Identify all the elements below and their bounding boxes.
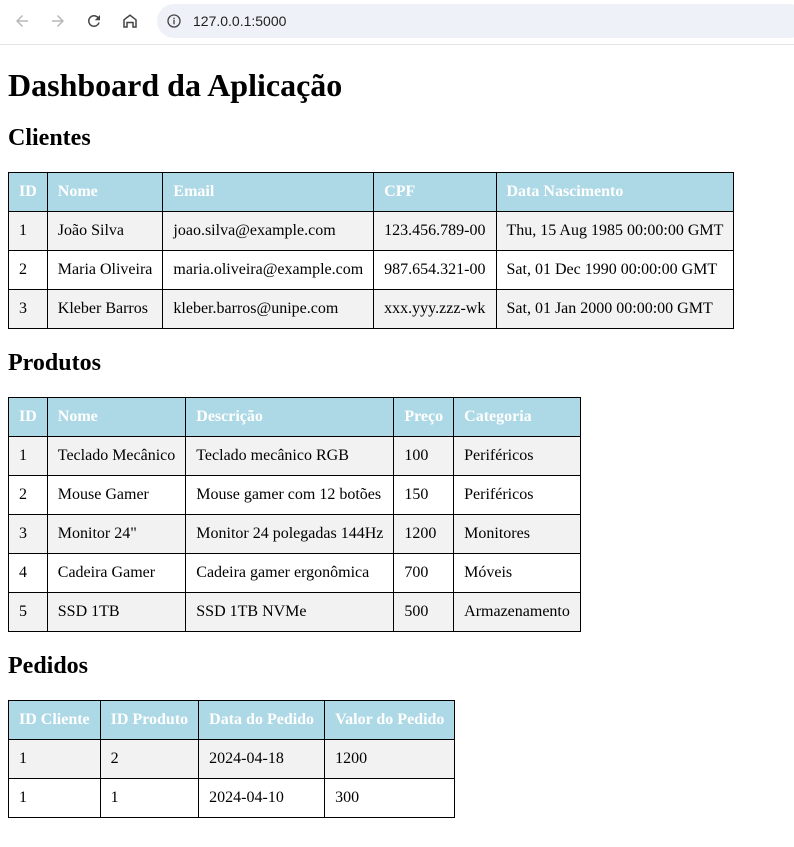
- table-cell: 700: [393, 553, 455, 593]
- column-header: ID: [8, 172, 48, 212]
- back-button[interactable]: [4, 3, 40, 39]
- produtos-heading: Produtos: [8, 350, 101, 376]
- column-header: Valor do Pedido: [324, 700, 456, 740]
- table-cell: Móveis: [453, 553, 581, 593]
- table-cell: Sat, 01 Dec 1990 00:00:00 GMT: [495, 250, 735, 290]
- column-header: ID Produto: [99, 700, 200, 740]
- table-cell: 1: [99, 778, 200, 818]
- table-cell: kleber.barros@unipe.com: [162, 289, 375, 329]
- table-cell: Mouse Gamer: [46, 475, 187, 515]
- table-cell: maria.oliveira@example.com: [162, 250, 375, 290]
- table-cell: 2024-04-10: [198, 778, 326, 818]
- table-cell: Periféricos: [453, 475, 581, 515]
- table-row: 5 SSD 1TB SSD 1TB NVMe 500 Armazenamento: [8, 592, 581, 632]
- pedidos-heading: Pedidos: [8, 653, 89, 679]
- table-row: 1 Teclado Mecânico Teclado mecânico RGB …: [8, 436, 581, 476]
- table-row: 1 João Silva joao.silva@example.com 123.…: [8, 211, 735, 251]
- table-cell: João Silva: [46, 211, 164, 251]
- table-cell: Maria Oliveira: [46, 250, 164, 290]
- table-row: 1 1 2024-04-10 300: [8, 778, 456, 818]
- address-bar[interactable]: 127.0.0.1:5000: [157, 4, 794, 38]
- info-icon[interactable]: [165, 12, 183, 30]
- table-cell: Mouse gamer com 12 botões: [185, 475, 395, 515]
- table-cell: 2: [99, 739, 200, 779]
- table-cell: Periféricos: [453, 436, 581, 476]
- table-cell: 1200: [393, 514, 455, 554]
- table-cell: Cadeira Gamer: [46, 553, 187, 593]
- table-cell: xxx.yyy.zzz-wk: [373, 289, 497, 329]
- table-cell: Thu, 15 Aug 1985 00:00:00 GMT: [495, 211, 735, 251]
- table-cell: 300: [324, 778, 456, 818]
- produtos-table: ID Nome Descrição Preço Categoria 1 Tecl…: [8, 397, 581, 632]
- table-cell: 987.654.321-00: [373, 250, 497, 290]
- table-cell: joao.silva@example.com: [162, 211, 375, 251]
- table-row: 2 Mouse Gamer Mouse gamer com 12 botões …: [8, 475, 581, 515]
- pedidos-table: ID Cliente ID Produto Data do Pedido Val…: [8, 700, 456, 818]
- table-cell: 1: [8, 211, 48, 251]
- table-header-row: ID Nome Email CPF Data Nascimento: [8, 172, 735, 212]
- column-header: Preço: [393, 397, 455, 437]
- column-header: Categoria: [453, 397, 581, 437]
- table-cell: Monitor 24": [46, 514, 187, 554]
- forward-arrow-icon: [52, 15, 64, 27]
- table-header-row: ID Nome Descrição Preço Categoria: [8, 397, 581, 437]
- table-cell: Armazenamento: [453, 592, 581, 632]
- back-arrow-icon: [16, 15, 28, 27]
- table-row: 2 Maria Oliveira maria.oliveira@example.…: [8, 250, 735, 290]
- home-button[interactable]: [112, 3, 148, 39]
- column-header: Data Nascimento: [495, 172, 735, 212]
- table-header-row: ID Cliente ID Produto Data do Pedido Val…: [8, 700, 456, 740]
- table-cell: SSD 1TB: [46, 592, 187, 632]
- table-row: 1 2 2024-04-18 1200: [8, 739, 456, 779]
- column-header: ID: [8, 397, 48, 437]
- page-title: Dashboard da Aplicação: [8, 67, 343, 103]
- table-cell: 2: [8, 475, 48, 515]
- url-text[interactable]: 127.0.0.1:5000: [193, 13, 286, 29]
- table-cell: Teclado mecânico RGB: [185, 436, 395, 476]
- column-header: CPF: [373, 172, 497, 212]
- table-cell: Teclado Mecânico: [46, 436, 187, 476]
- table-cell: 150: [393, 475, 455, 515]
- column-header: ID Cliente: [8, 700, 101, 740]
- table-cell: 100: [393, 436, 455, 476]
- table-row: 3 Monitor 24" Monitor 24 polegadas 144Hz…: [8, 514, 581, 554]
- column-header: Nome: [46, 397, 187, 437]
- clientes-table: ID Nome Email CPF Data Nascimento 1 João…: [8, 172, 735, 329]
- table-cell: 4: [8, 553, 48, 593]
- table-cell: Monitor 24 polegadas 144Hz: [185, 514, 395, 554]
- table-cell: Cadeira gamer ergonômica: [185, 553, 395, 593]
- table-cell: 5: [8, 592, 48, 632]
- table-cell: Monitores: [453, 514, 581, 554]
- table-cell: Sat, 01 Jan 2000 00:00:00 GMT: [495, 289, 735, 329]
- column-header: Descrição: [185, 397, 395, 437]
- table-row: 3 Kleber Barros kleber.barros@unipe.com …: [8, 289, 735, 329]
- table-cell: 1: [8, 739, 101, 779]
- table-cell: 3: [8, 289, 48, 329]
- forward-button[interactable]: [40, 3, 76, 39]
- page-content: Dashboard da Aplicação Clientes ID Nome …: [0, 66, 794, 818]
- table-cell: Kleber Barros: [46, 289, 164, 329]
- reload-icon: [87, 14, 100, 27]
- home-icon: [123, 14, 137, 28]
- table-cell: 500: [393, 592, 455, 632]
- table-cell: 1: [8, 436, 48, 476]
- column-header: Email: [162, 172, 375, 212]
- table-cell: 3: [8, 514, 48, 554]
- table-cell: 123.456.789-00: [373, 211, 497, 251]
- table-row: 4 Cadeira Gamer Cadeira gamer ergonômica…: [8, 553, 581, 593]
- column-header: Data do Pedido: [198, 700, 326, 740]
- column-header: Nome: [46, 172, 164, 212]
- browser-toolbar: 127.0.0.1:5000: [0, 0, 794, 45]
- table-cell: 2024-04-18: [198, 739, 326, 779]
- table-cell: 2: [8, 250, 48, 290]
- table-cell: 1: [8, 778, 101, 818]
- table-cell: SSD 1TB NVMe: [185, 592, 395, 632]
- reload-button[interactable]: [76, 3, 112, 39]
- clientes-heading: Clientes: [8, 125, 91, 151]
- table-cell: 1200: [324, 739, 456, 779]
